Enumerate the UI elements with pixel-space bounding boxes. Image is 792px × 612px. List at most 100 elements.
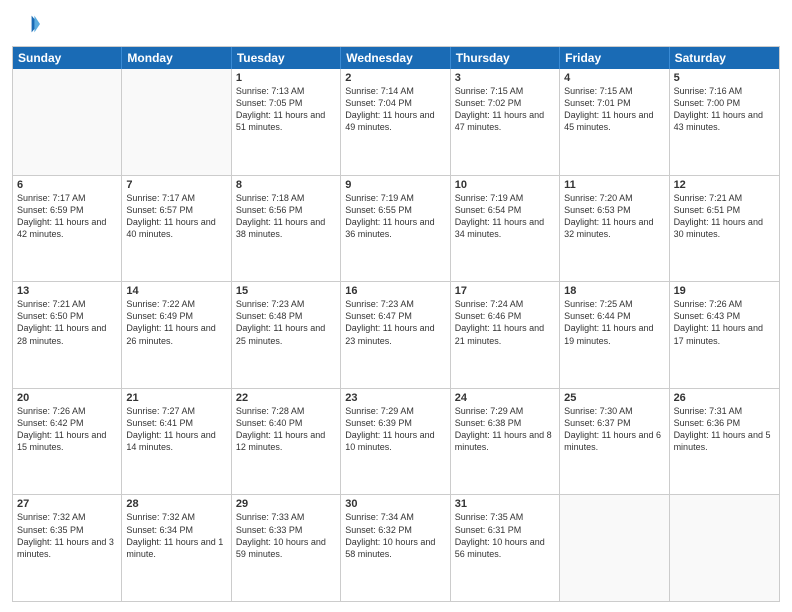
- calendar-cell-day-8: 8Sunrise: 7:18 AM Sunset: 6:56 PM Daylig…: [232, 176, 341, 282]
- calendar-cell-day-31: 31Sunrise: 7:35 AM Sunset: 6:31 PM Dayli…: [451, 495, 560, 601]
- calendar-row-2: 6Sunrise: 7:17 AM Sunset: 6:59 PM Daylig…: [13, 175, 779, 282]
- day-info: Sunrise: 7:28 AM Sunset: 6:40 PM Dayligh…: [236, 405, 336, 454]
- day-info: Sunrise: 7:16 AM Sunset: 7:00 PM Dayligh…: [674, 85, 775, 134]
- day-number: 10: [455, 179, 555, 191]
- calendar-cell-day-5: 5Sunrise: 7:16 AM Sunset: 7:00 PM Daylig…: [670, 69, 779, 175]
- calendar-cell-day-22: 22Sunrise: 7:28 AM Sunset: 6:40 PM Dayli…: [232, 389, 341, 495]
- header: [12, 10, 780, 38]
- day-number: 23: [345, 392, 445, 404]
- day-info: Sunrise: 7:15 AM Sunset: 7:01 PM Dayligh…: [564, 85, 664, 134]
- day-info: Sunrise: 7:22 AM Sunset: 6:49 PM Dayligh…: [126, 298, 226, 347]
- day-number: 25: [564, 392, 664, 404]
- calendar-cell-day-12: 12Sunrise: 7:21 AM Sunset: 6:51 PM Dayli…: [670, 176, 779, 282]
- day-info: Sunrise: 7:34 AM Sunset: 6:32 PM Dayligh…: [345, 511, 445, 560]
- logo-icon: [12, 10, 40, 38]
- day-info: Sunrise: 7:24 AM Sunset: 6:46 PM Dayligh…: [455, 298, 555, 347]
- calendar-row-5: 27Sunrise: 7:32 AM Sunset: 6:35 PM Dayli…: [13, 494, 779, 601]
- calendar-cell-empty: [670, 495, 779, 601]
- calendar-cell-empty: [13, 69, 122, 175]
- calendar-row-4: 20Sunrise: 7:26 AM Sunset: 6:42 PM Dayli…: [13, 388, 779, 495]
- header-day-friday: Friday: [560, 47, 669, 69]
- calendar-cell-day-17: 17Sunrise: 7:24 AM Sunset: 6:46 PM Dayli…: [451, 282, 560, 388]
- day-info: Sunrise: 7:21 AM Sunset: 6:51 PM Dayligh…: [674, 192, 775, 241]
- day-number: 29: [236, 498, 336, 510]
- calendar-cell-day-4: 4Sunrise: 7:15 AM Sunset: 7:01 PM Daylig…: [560, 69, 669, 175]
- calendar-cell-day-6: 6Sunrise: 7:17 AM Sunset: 6:59 PM Daylig…: [13, 176, 122, 282]
- day-info: Sunrise: 7:17 AM Sunset: 6:59 PM Dayligh…: [17, 192, 117, 241]
- day-info: Sunrise: 7:31 AM Sunset: 6:36 PM Dayligh…: [674, 405, 775, 454]
- day-number: 21: [126, 392, 226, 404]
- calendar-cell-day-19: 19Sunrise: 7:26 AM Sunset: 6:43 PM Dayli…: [670, 282, 779, 388]
- day-info: Sunrise: 7:20 AM Sunset: 6:53 PM Dayligh…: [564, 192, 664, 241]
- day-number: 24: [455, 392, 555, 404]
- day-number: 28: [126, 498, 226, 510]
- day-info: Sunrise: 7:32 AM Sunset: 6:34 PM Dayligh…: [126, 511, 226, 560]
- page: SundayMondayTuesdayWednesdayThursdayFrid…: [0, 0, 792, 612]
- calendar-cell-day-16: 16Sunrise: 7:23 AM Sunset: 6:47 PM Dayli…: [341, 282, 450, 388]
- calendar-cell-day-28: 28Sunrise: 7:32 AM Sunset: 6:34 PM Dayli…: [122, 495, 231, 601]
- calendar-cell-day-26: 26Sunrise: 7:31 AM Sunset: 6:36 PM Dayli…: [670, 389, 779, 495]
- calendar-cell-day-10: 10Sunrise: 7:19 AM Sunset: 6:54 PM Dayli…: [451, 176, 560, 282]
- calendar-cell-day-18: 18Sunrise: 7:25 AM Sunset: 6:44 PM Dayli…: [560, 282, 669, 388]
- day-info: Sunrise: 7:21 AM Sunset: 6:50 PM Dayligh…: [17, 298, 117, 347]
- day-info: Sunrise: 7:23 AM Sunset: 6:48 PM Dayligh…: [236, 298, 336, 347]
- header-day-tuesday: Tuesday: [232, 47, 341, 69]
- day-number: 9: [345, 179, 445, 191]
- day-number: 16: [345, 285, 445, 297]
- calendar-cell-empty: [122, 69, 231, 175]
- day-info: Sunrise: 7:19 AM Sunset: 6:54 PM Dayligh…: [455, 192, 555, 241]
- day-info: Sunrise: 7:32 AM Sunset: 6:35 PM Dayligh…: [17, 511, 117, 560]
- day-number: 4: [564, 72, 664, 84]
- day-number: 11: [564, 179, 664, 191]
- day-number: 26: [674, 392, 775, 404]
- calendar-cell-day-24: 24Sunrise: 7:29 AM Sunset: 6:38 PM Dayli…: [451, 389, 560, 495]
- day-number: 7: [126, 179, 226, 191]
- day-info: Sunrise: 7:17 AM Sunset: 6:57 PM Dayligh…: [126, 192, 226, 241]
- day-info: Sunrise: 7:23 AM Sunset: 6:47 PM Dayligh…: [345, 298, 445, 347]
- logo: [12, 10, 44, 38]
- calendar-cell-day-15: 15Sunrise: 7:23 AM Sunset: 6:48 PM Dayli…: [232, 282, 341, 388]
- day-info: Sunrise: 7:18 AM Sunset: 6:56 PM Dayligh…: [236, 192, 336, 241]
- header-day-saturday: Saturday: [670, 47, 779, 69]
- day-number: 14: [126, 285, 226, 297]
- day-info: Sunrise: 7:26 AM Sunset: 6:43 PM Dayligh…: [674, 298, 775, 347]
- day-info: Sunrise: 7:30 AM Sunset: 6:37 PM Dayligh…: [564, 405, 664, 454]
- day-info: Sunrise: 7:35 AM Sunset: 6:31 PM Dayligh…: [455, 511, 555, 560]
- day-info: Sunrise: 7:25 AM Sunset: 6:44 PM Dayligh…: [564, 298, 664, 347]
- calendar-cell-day-3: 3Sunrise: 7:15 AM Sunset: 7:02 PM Daylig…: [451, 69, 560, 175]
- day-number: 30: [345, 498, 445, 510]
- calendar-cell-day-1: 1Sunrise: 7:13 AM Sunset: 7:05 PM Daylig…: [232, 69, 341, 175]
- calendar-header: SundayMondayTuesdayWednesdayThursdayFrid…: [13, 47, 779, 69]
- calendar: SundayMondayTuesdayWednesdayThursdayFrid…: [12, 46, 780, 602]
- calendar-cell-day-20: 20Sunrise: 7:26 AM Sunset: 6:42 PM Dayli…: [13, 389, 122, 495]
- day-number: 31: [455, 498, 555, 510]
- calendar-cell-day-29: 29Sunrise: 7:33 AM Sunset: 6:33 PM Dayli…: [232, 495, 341, 601]
- calendar-cell-day-11: 11Sunrise: 7:20 AM Sunset: 6:53 PM Dayli…: [560, 176, 669, 282]
- day-number: 17: [455, 285, 555, 297]
- day-number: 3: [455, 72, 555, 84]
- calendar-cell-day-2: 2Sunrise: 7:14 AM Sunset: 7:04 PM Daylig…: [341, 69, 450, 175]
- day-number: 22: [236, 392, 336, 404]
- calendar-cell-day-23: 23Sunrise: 7:29 AM Sunset: 6:39 PM Dayli…: [341, 389, 450, 495]
- calendar-cell-day-13: 13Sunrise: 7:21 AM Sunset: 6:50 PM Dayli…: [13, 282, 122, 388]
- calendar-cell-day-27: 27Sunrise: 7:32 AM Sunset: 6:35 PM Dayli…: [13, 495, 122, 601]
- day-number: 27: [17, 498, 117, 510]
- header-day-monday: Monday: [122, 47, 231, 69]
- day-number: 8: [236, 179, 336, 191]
- calendar-cell-day-25: 25Sunrise: 7:30 AM Sunset: 6:37 PM Dayli…: [560, 389, 669, 495]
- header-day-wednesday: Wednesday: [341, 47, 450, 69]
- calendar-body: 1Sunrise: 7:13 AM Sunset: 7:05 PM Daylig…: [13, 69, 779, 601]
- day-number: 18: [564, 285, 664, 297]
- day-info: Sunrise: 7:33 AM Sunset: 6:33 PM Dayligh…: [236, 511, 336, 560]
- day-info: Sunrise: 7:14 AM Sunset: 7:04 PM Dayligh…: [345, 85, 445, 134]
- calendar-row-1: 1Sunrise: 7:13 AM Sunset: 7:05 PM Daylig…: [13, 69, 779, 175]
- day-number: 1: [236, 72, 336, 84]
- calendar-cell-day-30: 30Sunrise: 7:34 AM Sunset: 6:32 PM Dayli…: [341, 495, 450, 601]
- day-info: Sunrise: 7:29 AM Sunset: 6:39 PM Dayligh…: [345, 405, 445, 454]
- calendar-cell-empty: [560, 495, 669, 601]
- calendar-cell-day-7: 7Sunrise: 7:17 AM Sunset: 6:57 PM Daylig…: [122, 176, 231, 282]
- day-number: 15: [236, 285, 336, 297]
- day-info: Sunrise: 7:19 AM Sunset: 6:55 PM Dayligh…: [345, 192, 445, 241]
- day-number: 20: [17, 392, 117, 404]
- calendar-cell-day-14: 14Sunrise: 7:22 AM Sunset: 6:49 PM Dayli…: [122, 282, 231, 388]
